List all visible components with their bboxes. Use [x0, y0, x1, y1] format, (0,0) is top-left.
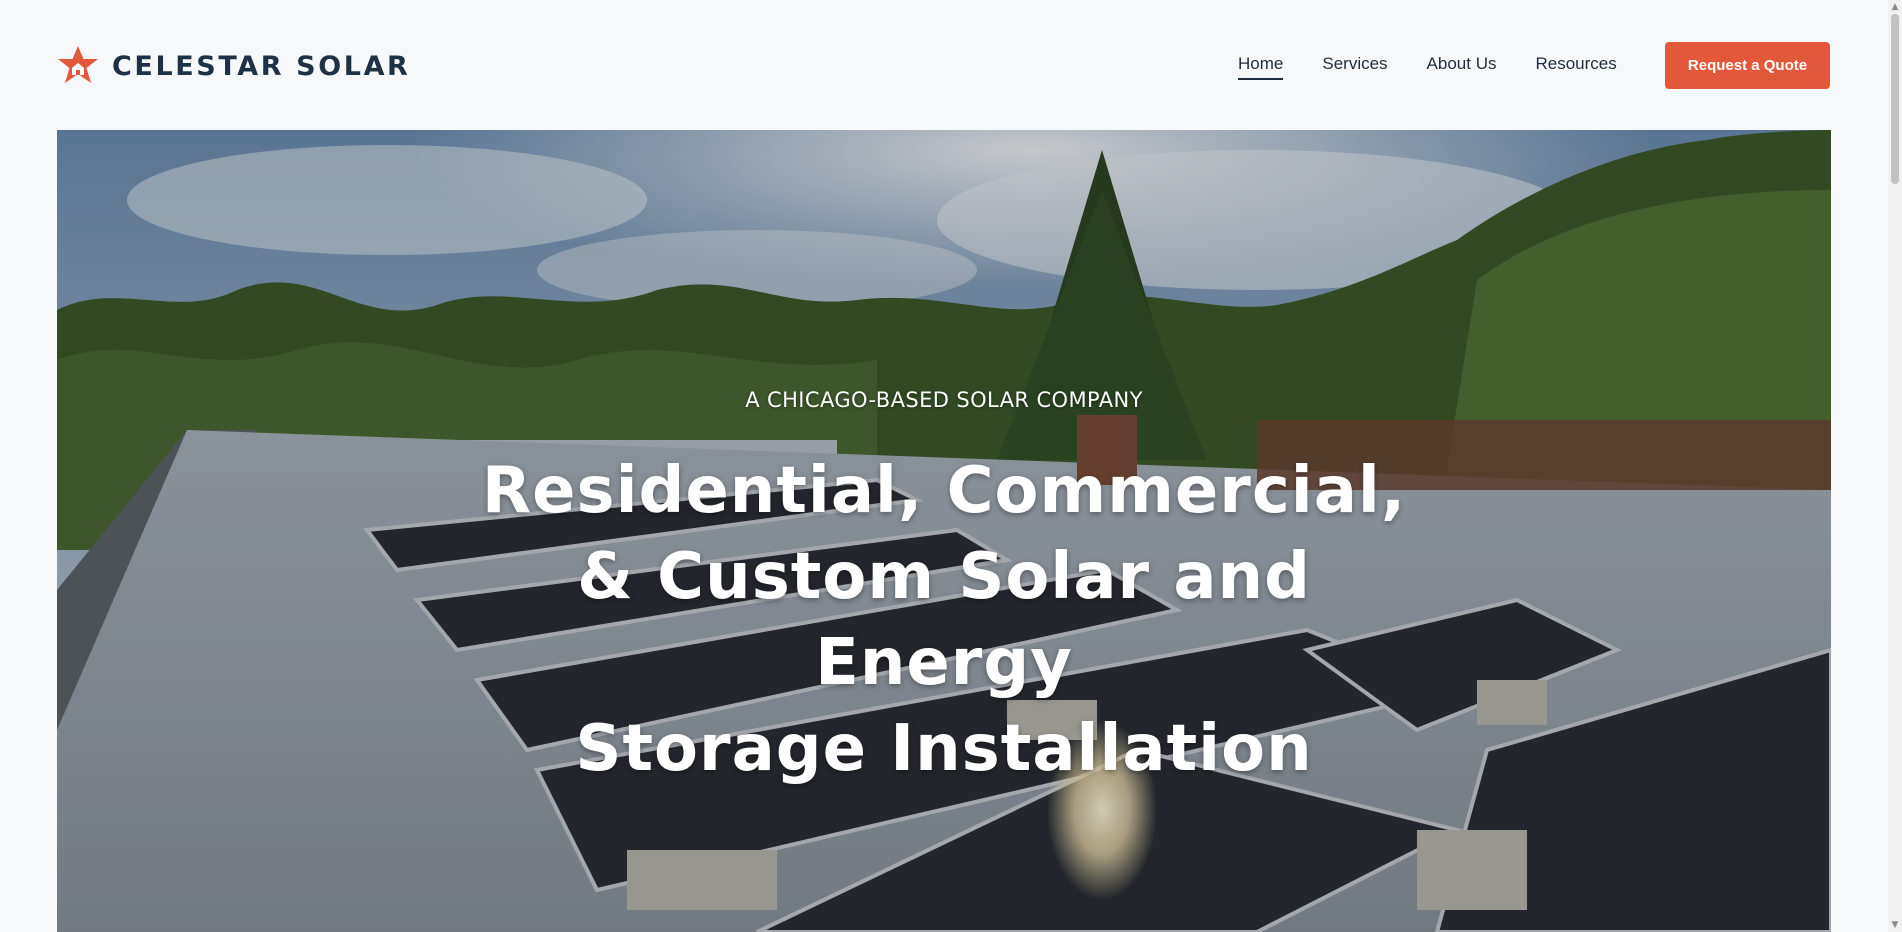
- site-header: CELESTAR SOLAR Home Services About Us Re…: [0, 0, 1888, 130]
- star-house-icon: [58, 46, 98, 83]
- hero-title-line: Residential, Commercial,: [481, 454, 1407, 528]
- request-quote-button[interactable]: Request a Quote: [1665, 42, 1830, 89]
- page-scrollbar[interactable]: ▲ ▼: [1888, 0, 1902, 932]
- hero-title-line: Storage Installation: [575, 712, 1313, 786]
- scroll-up-arrow-icon[interactable]: ▲: [1888, 0, 1902, 14]
- nav-home[interactable]: Home: [1238, 54, 1284, 80]
- scrollbar-thumb[interactable]: [1891, 14, 1899, 184]
- main-nav: Home Services About Us Resources: [1238, 54, 1617, 80]
- scroll-down-arrow-icon[interactable]: ▼: [1888, 918, 1902, 932]
- nav-resources[interactable]: Resources: [1535, 54, 1616, 80]
- brand-name: CELESTAR SOLAR: [112, 50, 411, 82]
- brand-logo[interactable]: CELESTAR SOLAR: [56, 46, 410, 86]
- hero-title-line: & Custom Solar and Energy: [577, 540, 1311, 700]
- nav-about-us[interactable]: About Us: [1427, 54, 1497, 80]
- nav-services[interactable]: Services: [1322, 54, 1387, 80]
- hero-banner: A CHICAGO-BASED SOLAR COMPANY Residentia…: [57, 130, 1831, 932]
- hero-eyebrow: A CHICAGO-BASED SOLAR COMPANY: [745, 388, 1143, 412]
- hero-title: Residential, Commercial, & Custom Solar …: [444, 448, 1444, 792]
